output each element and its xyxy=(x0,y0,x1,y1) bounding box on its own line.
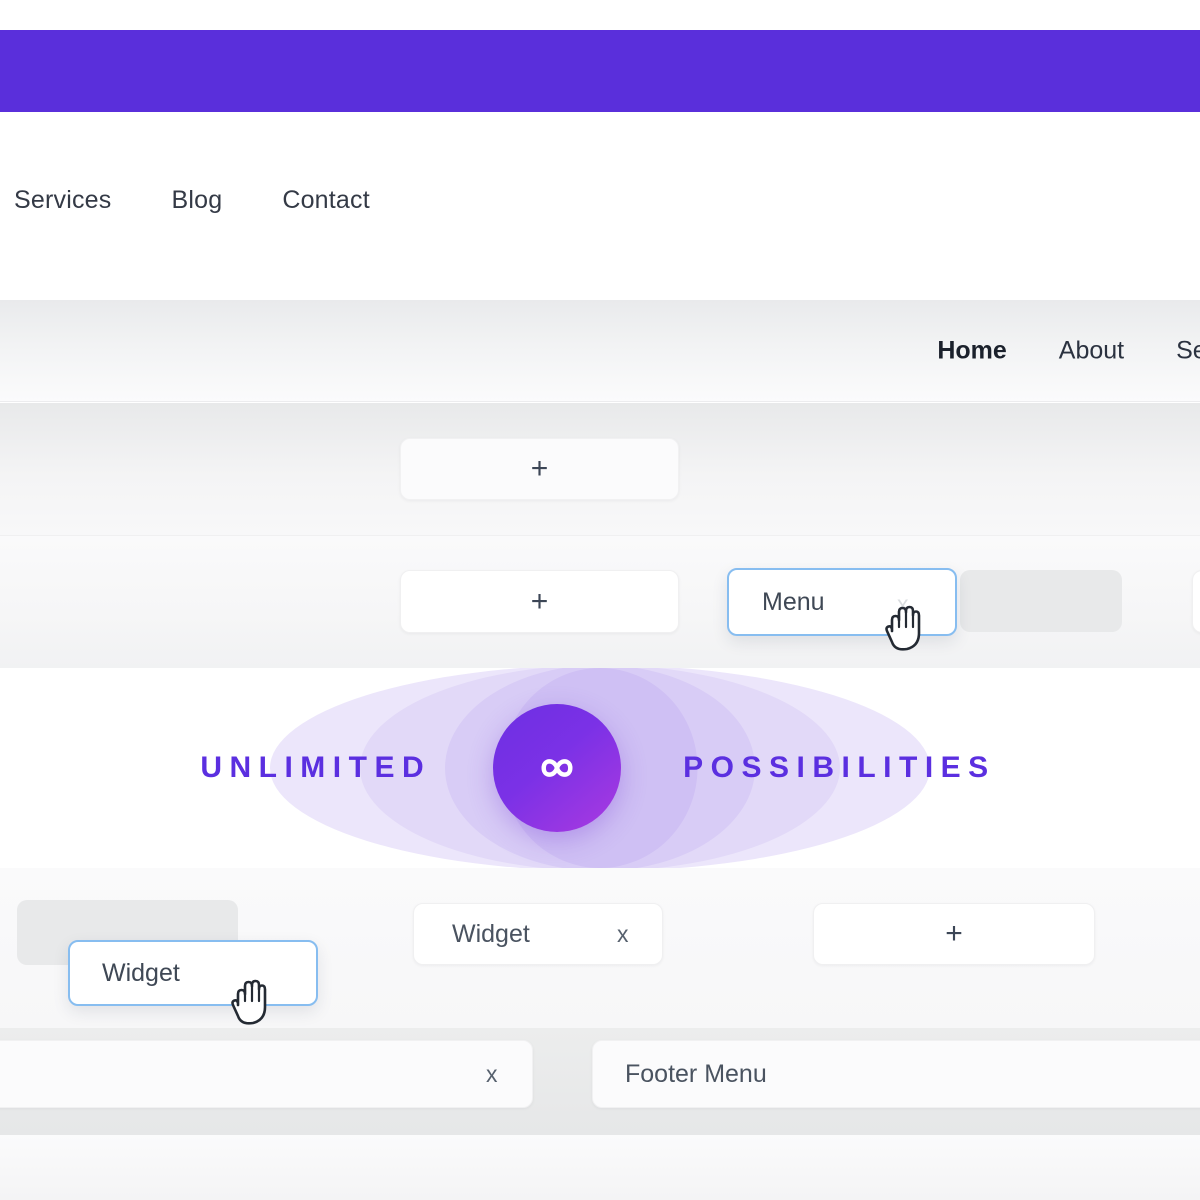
brand-accent-bar xyxy=(0,30,1200,112)
hero-infinity-badge xyxy=(493,704,622,832)
add-block-button-row-d[interactable]: + xyxy=(813,903,1095,965)
top-nav-item-blog[interactable]: Blog xyxy=(171,186,222,215)
footer-left-card[interactable]: x xyxy=(0,1040,533,1108)
hero-word-right: POSSIBILITIES xyxy=(683,751,996,784)
drop-placeholder-row-b xyxy=(960,570,1122,632)
footer-left-card-remove-icon[interactable]: x xyxy=(486,1062,498,1086)
builder-row-menu: + xyxy=(0,535,1200,668)
infinity-icon xyxy=(541,759,573,777)
dragged-chip-menu-label: Menu xyxy=(762,587,825,616)
hero-banner: UNLIMITED POSSIBILITIES xyxy=(0,668,1200,868)
builder-row-footer: x Footer Menu xyxy=(0,1028,1200,1135)
page-root: Services Blog Contact Home About Service… xyxy=(0,0,1200,1200)
plus-icon: + xyxy=(530,584,549,618)
site-nav-item-home[interactable]: Home xyxy=(937,336,1006,365)
footer-menu-card[interactable]: Footer Menu xyxy=(592,1040,1200,1108)
builder-row-top: + xyxy=(0,403,1200,535)
widget-card-label: Widget xyxy=(452,919,530,948)
dragged-chip-widget-label: Widget xyxy=(102,958,180,987)
site-navigation-band: Home About Services xyxy=(0,300,1200,402)
site-nav-item-about[interactable]: About xyxy=(1059,336,1124,365)
dragged-chip-menu-remove-icon[interactable]: x xyxy=(897,593,909,616)
hero-content: UNLIMITED POSSIBILITIES xyxy=(0,668,1200,868)
widget-card[interactable]: Widget x xyxy=(413,903,663,965)
dragged-chip-widget[interactable]: Widget xyxy=(68,940,318,1006)
site-nav-links: Home About Services xyxy=(937,336,1200,365)
top-nav-item-contact[interactable]: Contact xyxy=(282,186,370,215)
top-nav-links: Services Blog Contact xyxy=(14,186,370,215)
add-block-button-row-b[interactable]: + xyxy=(400,570,679,633)
add-block-button-row-a[interactable]: + xyxy=(400,438,679,500)
builder-row-bottom xyxy=(0,1135,1200,1200)
add-block-button-row-b-overflow[interactable] xyxy=(1192,570,1200,633)
site-nav-item-services[interactable]: Services xyxy=(1176,336,1200,365)
top-nav-item-services[interactable]: Services xyxy=(14,186,111,215)
widget-card-remove-icon[interactable]: x xyxy=(617,922,629,946)
hero-word-left: UNLIMITED xyxy=(200,751,432,784)
plus-icon: + xyxy=(945,917,963,950)
footer-menu-card-label: Footer Menu xyxy=(625,1059,767,1088)
top-navigation-bar: Services Blog Contact xyxy=(0,112,1200,300)
dragged-chip-menu[interactable]: Menu x xyxy=(727,568,957,636)
plus-icon: + xyxy=(530,452,549,485)
